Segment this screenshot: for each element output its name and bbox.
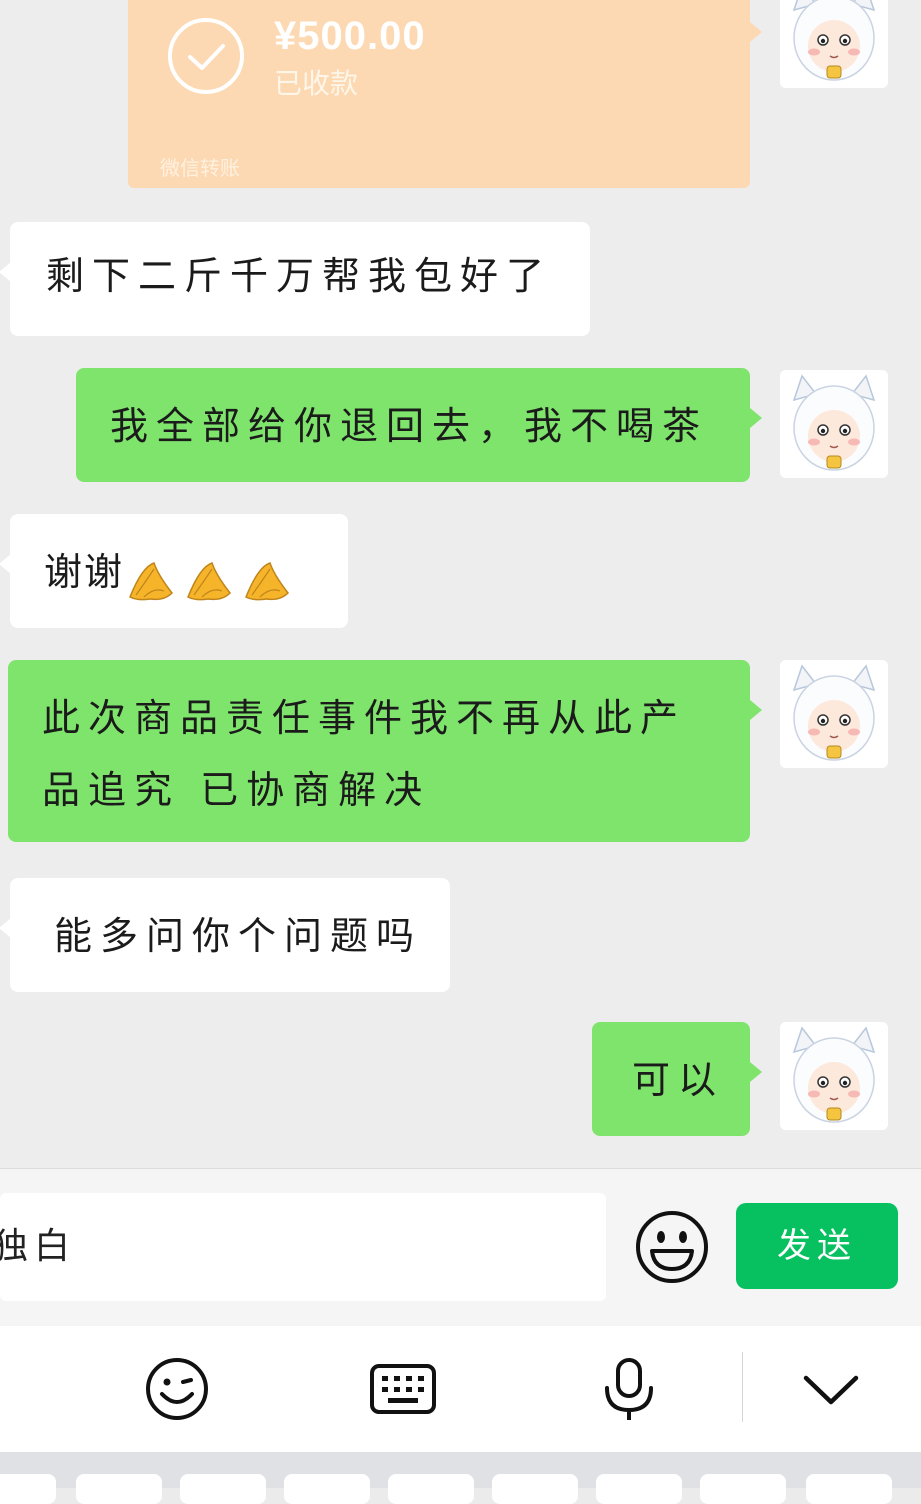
message-text: 我全部给你退回去，我不喝茶 bbox=[110, 404, 709, 448]
folded-hands-emoji-icon bbox=[187, 561, 232, 600]
keyboard-key[interactable] bbox=[76, 1474, 162, 1504]
chat-area[interactable]: ¥500.00 已收款 微信转账 剩下二斤千万帮我包好了 我全部给你退回去，我不… bbox=[0, 0, 921, 1168]
cartoon-goat-avatar-icon bbox=[780, 370, 888, 478]
message-bubble-received[interactable]: 能多问你个问题吗 bbox=[0, 878, 450, 992]
message-text: 剩下二斤千万帮我包好了 bbox=[46, 254, 553, 298]
keyboard-key[interactable] bbox=[492, 1474, 578, 1504]
message-bubble-received[interactable]: 谢谢 bbox=[0, 514, 348, 628]
transfer-status: 已收款 bbox=[274, 67, 359, 100]
keyboard-icon[interactable] bbox=[368, 1354, 438, 1424]
transfer-card[interactable]: ¥500.00 已收款 微信转账 bbox=[128, 0, 762, 188]
avatar[interactable] bbox=[780, 0, 888, 88]
keyboard-key[interactable] bbox=[284, 1474, 370, 1504]
avatar[interactable] bbox=[780, 370, 888, 478]
keyboard-key[interactable] bbox=[806, 1474, 892, 1504]
chevron-down-icon[interactable] bbox=[796, 1354, 866, 1424]
emoji-icon[interactable] bbox=[634, 1209, 710, 1285]
keyboard-key[interactable] bbox=[180, 1474, 266, 1504]
message-bubble-sent[interactable]: 我全部给你退回去，我不喝茶 bbox=[76, 368, 762, 482]
message-text: 谢谢 bbox=[44, 550, 125, 594]
folded-hands-emoji-icon bbox=[245, 561, 290, 600]
folded-hands-emoji-icon bbox=[129, 561, 174, 600]
message-text: 可以 bbox=[632, 1058, 725, 1102]
transfer-footer: 微信转账 bbox=[160, 156, 240, 180]
message-bubble-received[interactable]: 剩下二斤千万帮我包好了 bbox=[0, 222, 590, 336]
toolbar-divider bbox=[742, 1352, 743, 1422]
keyboard-keys-row bbox=[0, 1452, 921, 1504]
cartoon-goat-avatar-icon bbox=[780, 660, 888, 768]
input-bar: 独白 发送 bbox=[0, 1168, 921, 1327]
check-circle-icon bbox=[168, 18, 244, 94]
cartoon-goat-avatar-icon bbox=[780, 0, 888, 88]
keyboard-key[interactable] bbox=[700, 1474, 786, 1504]
send-button[interactable]: 发送 bbox=[736, 1203, 898, 1289]
keyboard-key[interactable] bbox=[0, 1474, 56, 1504]
microphone-icon[interactable] bbox=[594, 1354, 664, 1424]
cartoon-goat-avatar-icon bbox=[780, 1022, 888, 1130]
emoji-icon[interactable] bbox=[142, 1354, 212, 1424]
keyboard-key[interactable] bbox=[596, 1474, 682, 1504]
message-bubble-sent[interactable]: 此次商品责任事件我不再从此产 品追究 已协商解决 bbox=[8, 660, 762, 842]
message-bubble-sent[interactable]: 可以 bbox=[592, 1022, 762, 1136]
message-input[interactable]: 独白 bbox=[0, 1193, 606, 1301]
keyboard-key[interactable] bbox=[388, 1474, 474, 1504]
avatar[interactable] bbox=[780, 1022, 888, 1130]
message-text: 能多问你个问题吗 bbox=[54, 914, 423, 958]
message-text-line-1: 此次商品责任事件我不再从此产 bbox=[42, 696, 687, 740]
avatar[interactable] bbox=[780, 660, 888, 768]
transfer-amount: ¥500.00 bbox=[274, 14, 426, 58]
message-text-line-2: 品追究 已协商解决 bbox=[42, 768, 431, 812]
keyboard-toolbar bbox=[0, 1326, 921, 1452]
